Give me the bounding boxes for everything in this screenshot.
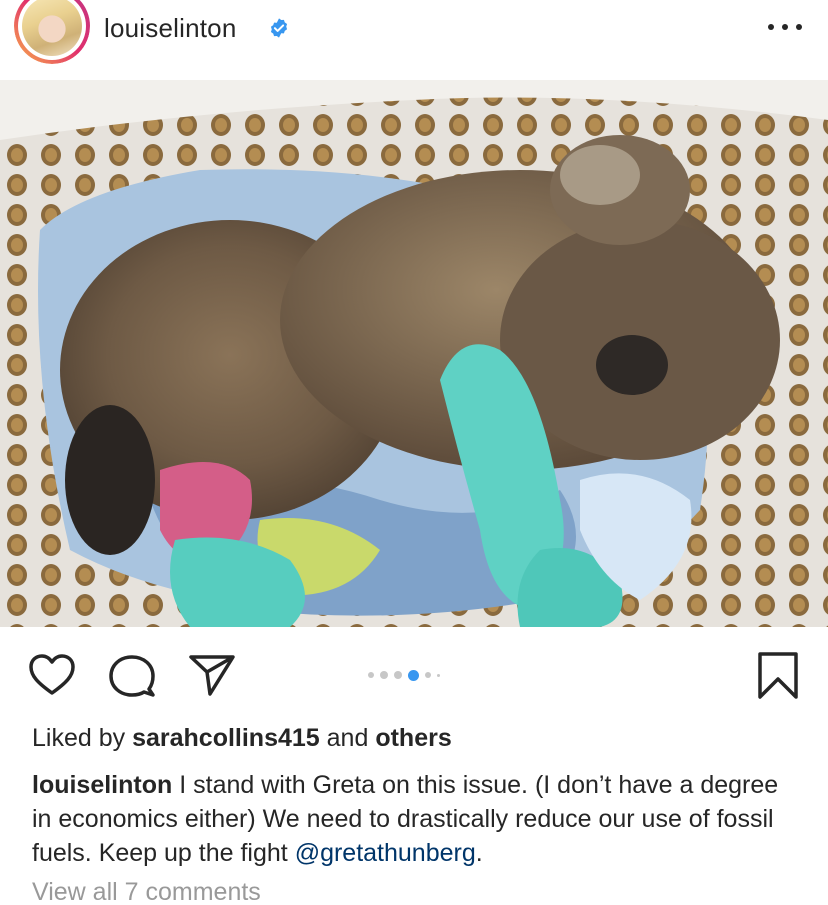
post-caption: louiselinton I stand with Greta on this … [32, 768, 802, 870]
likes-prefix: Liked by [32, 724, 126, 752]
comment-icon[interactable] [108, 653, 156, 699]
bookmark-icon[interactable] [756, 651, 800, 701]
carousel-dot [437, 673, 440, 677]
post-photo[interactable] [0, 80, 828, 627]
post-header: louiselinton [0, 0, 828, 80]
likes-middle: and [326, 724, 369, 752]
more-horizontal-icon[interactable] [768, 22, 802, 32]
carousel-dot [394, 671, 402, 679]
caption-author-link[interactable]: louiselinton [32, 771, 172, 799]
verified-badge-icon [270, 18, 288, 38]
view-all-comments-link[interactable]: View all 7 comments [32, 878, 261, 905]
koala-photo [0, 80, 828, 627]
liked-by-user-link[interactable]: sarahcollins415 [132, 724, 320, 752]
heart-icon[interactable] [28, 653, 76, 697]
avatar[interactable] [14, 0, 90, 64]
caption-suffix: . [475, 839, 483, 867]
likes-line: Liked by sarahcollins415 and others [32, 724, 452, 753]
likes-others-link[interactable]: others [375, 724, 451, 752]
carousel-dot-active [408, 669, 419, 681]
carousel-dot [425, 672, 431, 678]
carousel-indicator [368, 669, 440, 681]
caption-mention-link[interactable]: @gretathunberg [295, 839, 476, 867]
carousel-dot [368, 672, 374, 678]
send-icon[interactable] [188, 653, 236, 697]
post-username[interactable]: louiselinton [104, 13, 237, 44]
carousel-dot [380, 671, 388, 679]
